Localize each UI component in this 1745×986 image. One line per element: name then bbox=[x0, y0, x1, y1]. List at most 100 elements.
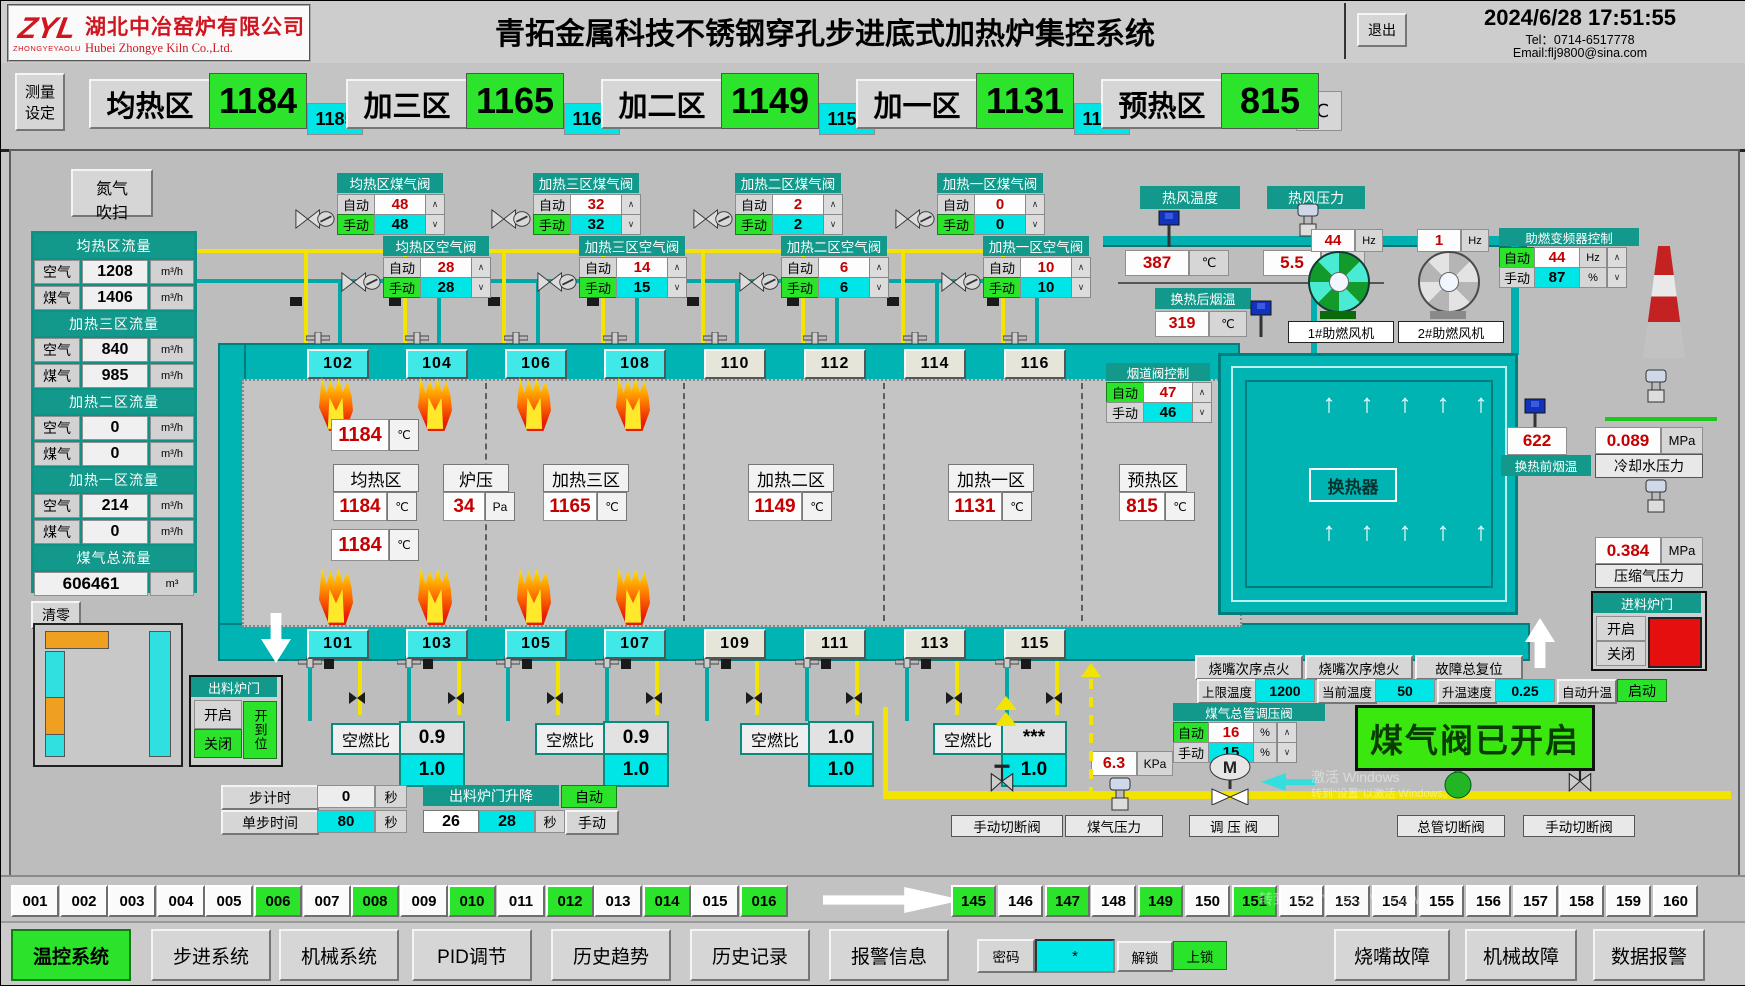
air-fuel-ratio-sv[interactable]: 1.0 bbox=[808, 753, 874, 787]
burner-box-bottom[interactable]: 113 bbox=[904, 629, 966, 659]
tab-历史记录[interactable]: 历史记录 bbox=[690, 929, 810, 981]
burner-chip[interactable]: 016 bbox=[740, 885, 788, 917]
burner-chip[interactable]: 156 bbox=[1466, 885, 1511, 917]
tab-历史趋势[interactable]: 历史趋势 bbox=[551, 929, 671, 981]
valve-manual-button[interactable]: 手动 bbox=[735, 214, 773, 235]
valve-auto-button[interactable]: 自动 bbox=[533, 194, 571, 215]
feed-door-close-button[interactable]: 关闭 bbox=[1596, 641, 1646, 666]
spinner-up-icon[interactable]: ∧ bbox=[1607, 247, 1627, 268]
burner-chip[interactable]: 155 bbox=[1419, 885, 1464, 917]
valve-auto-button[interactable]: 自动 bbox=[735, 194, 773, 215]
door-lift-time1[interactable]: 26 bbox=[423, 810, 479, 833]
burner-box-bottom[interactable]: 115 bbox=[1004, 629, 1066, 659]
burner-box-bottom[interactable]: 111 bbox=[804, 629, 866, 659]
burner-box-bottom[interactable]: 109 bbox=[704, 629, 766, 659]
unlock-button[interactable]: 解锁 bbox=[1117, 941, 1173, 972]
fault-reset-button[interactable]: 故障总复位 bbox=[1415, 655, 1523, 680]
burner-box-bottom[interactable]: 107 bbox=[604, 629, 666, 659]
burner-chip[interactable]: 158 bbox=[1559, 885, 1604, 917]
tab-报警信息[interactable]: 报警信息 bbox=[829, 929, 949, 981]
burner-chip[interactable]: 145 bbox=[951, 885, 996, 917]
valve-manual-button[interactable]: 手动 bbox=[533, 214, 571, 235]
valve-manual-value[interactable]: 10 bbox=[1020, 277, 1072, 298]
tab-步进系统[interactable]: 步进系统 bbox=[151, 929, 271, 981]
measure-set-button[interactable]: 测量 设定 bbox=[15, 73, 65, 131]
burner-chip[interactable]: 150 bbox=[1185, 885, 1230, 917]
program-field-value[interactable]: 0.25 bbox=[1495, 679, 1555, 702]
tab-PID调节[interactable]: PID调节 bbox=[412, 929, 532, 981]
burner-box-top[interactable]: 108 bbox=[604, 349, 666, 379]
alarm-button[interactable]: 烧嘴故障 bbox=[1334, 929, 1450, 981]
burner-chip[interactable]: 148 bbox=[1091, 885, 1136, 917]
flue-manual-button[interactable]: 手动 bbox=[1106, 402, 1144, 423]
spinner-down-icon[interactable]: ∨ bbox=[1277, 742, 1297, 763]
valve-manual-button[interactable]: 手动 bbox=[337, 214, 375, 235]
burner-chip[interactable]: 153 bbox=[1325, 885, 1370, 917]
spinner-up-icon[interactable]: ∧ bbox=[823, 194, 843, 215]
valve-auto-button[interactable]: 自动 bbox=[937, 194, 975, 215]
valve-manual-value[interactable]: 32 bbox=[570, 214, 622, 235]
burner-chip[interactable]: 149 bbox=[1138, 885, 1183, 917]
burner-box-bottom[interactable]: 105 bbox=[505, 629, 567, 659]
lock-button[interactable]: 上锁 bbox=[1173, 941, 1227, 970]
burner-chip[interactable]: 008 bbox=[351, 885, 399, 917]
burner-chip[interactable]: 157 bbox=[1513, 885, 1558, 917]
spinner-down-icon[interactable]: ∨ bbox=[823, 214, 843, 235]
burner-chip[interactable]: 151 bbox=[1232, 885, 1277, 917]
burner-chip[interactable]: 014 bbox=[643, 885, 691, 917]
spinner-down-icon[interactable]: ∨ bbox=[425, 214, 445, 235]
spinner-down-icon[interactable]: ∨ bbox=[1192, 402, 1212, 423]
burner-box-bottom[interactable]: 103 bbox=[406, 629, 468, 659]
flue-manual-value[interactable]: 46 bbox=[1143, 402, 1193, 423]
spinner-up-icon[interactable]: ∧ bbox=[1025, 194, 1045, 215]
program-field-value[interactable]: 1200 bbox=[1255, 679, 1315, 702]
burner-chip[interactable]: 146 bbox=[998, 885, 1043, 917]
exit-button[interactable]: 退出 bbox=[1357, 13, 1407, 47]
burner-box-top[interactable]: 114 bbox=[904, 349, 966, 379]
valve-auto-button[interactable]: 自动 bbox=[579, 257, 617, 278]
regulator-manual-button[interactable]: 手动 bbox=[1173, 742, 1209, 763]
burner-chip[interactable]: 152 bbox=[1279, 885, 1324, 917]
ignite-sequence-button[interactable]: 烧嘴次序点火 bbox=[1195, 655, 1303, 680]
burner-chip[interactable]: 006 bbox=[254, 885, 302, 917]
spinner-up-icon[interactable]: ∧ bbox=[667, 257, 687, 278]
valve-manual-button[interactable]: 手动 bbox=[781, 277, 819, 298]
burner-chip[interactable]: 002 bbox=[60, 885, 108, 917]
valve-auto-button[interactable]: 自动 bbox=[337, 194, 375, 215]
valve-manual-value[interactable]: 28 bbox=[420, 277, 472, 298]
air-fuel-ratio-sv[interactable]: 1.0 bbox=[603, 753, 669, 787]
burner-box-top[interactable]: 106 bbox=[505, 349, 567, 379]
spinner-down-icon[interactable]: ∨ bbox=[1025, 214, 1045, 235]
spinner-up-icon[interactable]: ∧ bbox=[621, 194, 641, 215]
burner-chip[interactable]: 005 bbox=[205, 885, 253, 917]
burner-chip[interactable]: 015 bbox=[691, 885, 739, 917]
spinner-down-icon[interactable]: ∨ bbox=[1607, 267, 1627, 288]
burner-chip[interactable]: 012 bbox=[546, 885, 594, 917]
discharge-door-close-button[interactable]: 关闭 bbox=[194, 729, 242, 758]
flue-auto-button[interactable]: 自动 bbox=[1106, 382, 1144, 403]
nitrogen-purge-button[interactable]: 氮气吹扫 bbox=[71, 169, 153, 217]
spinner-down-icon[interactable]: ∨ bbox=[471, 277, 491, 298]
burner-box-top[interactable]: 116 bbox=[1004, 349, 1066, 379]
step-row-value[interactable]: 80 bbox=[317, 810, 375, 833]
burner-box-bottom[interactable]: 101 bbox=[307, 629, 369, 659]
program-field-value[interactable]: 50 bbox=[1375, 679, 1435, 702]
inverter-auto-button[interactable]: 自动 bbox=[1499, 247, 1535, 268]
valve-manual-value[interactable]: 48 bbox=[374, 214, 426, 235]
spinner-down-icon[interactable]: ∨ bbox=[1071, 277, 1091, 298]
burner-box-top[interactable]: 110 bbox=[704, 349, 766, 379]
tab-温控系统[interactable]: 温控系统 bbox=[11, 929, 131, 981]
burner-chip[interactable]: 011 bbox=[497, 885, 545, 917]
regulator-auto-button[interactable]: 自动 bbox=[1173, 722, 1209, 743]
valve-manual-value[interactable]: 0 bbox=[974, 214, 1026, 235]
password-input[interactable]: * bbox=[1035, 939, 1115, 973]
extinguish-sequence-button[interactable]: 烧嘴次序熄火 bbox=[1305, 655, 1413, 680]
burner-chip[interactable]: 013 bbox=[594, 885, 642, 917]
alarm-button[interactable]: 数据报警 bbox=[1593, 929, 1705, 981]
valve-manual-button[interactable]: 手动 bbox=[937, 214, 975, 235]
door-lift-auto-button[interactable]: 自动 bbox=[561, 785, 617, 808]
burner-box-top[interactable]: 112 bbox=[804, 349, 866, 379]
burner-chip[interactable]: 009 bbox=[400, 885, 448, 917]
spinner-up-icon[interactable]: ∧ bbox=[1277, 722, 1297, 743]
discharge-door-open-button[interactable]: 开启 bbox=[194, 700, 242, 729]
